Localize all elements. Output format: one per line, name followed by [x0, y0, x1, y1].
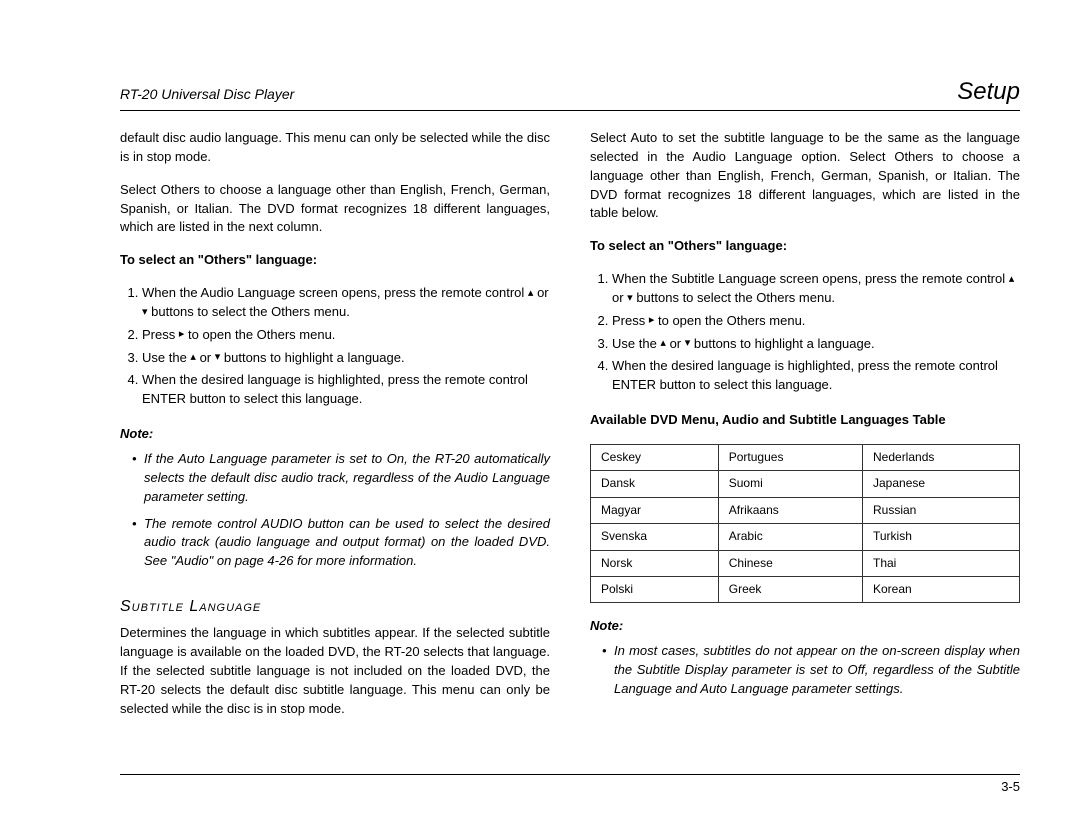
table-cell: Nederlands: [863, 444, 1020, 470]
table-cell: Japanese: [863, 471, 1020, 497]
table-cell: Thai: [863, 550, 1020, 576]
right-step-4: When the desired language is highlighted…: [612, 357, 1020, 395]
table-row: Magyar Afrikaans Russian: [591, 497, 1020, 523]
languages-table: Ceskey Portugues Nederlands Dansk Suomi …: [590, 444, 1020, 603]
page-number: 3-5: [1001, 779, 1020, 794]
right-intro: Select Auto to set the subtitle language…: [590, 129, 1020, 223]
table-cell: Korean: [863, 576, 1020, 602]
languages-table-heading: Available DVD Menu, Audio and Subtitle L…: [590, 411, 1020, 430]
right-note-label: Note:: [590, 617, 1020, 636]
manual-page: RT-20 Universal Disc Player Setup defaul…: [0, 0, 1080, 834]
body-columns: default disc audio language. This menu c…: [120, 129, 1020, 732]
page-header: RT-20 Universal Disc Player Setup: [120, 78, 1020, 111]
table-cell: Dansk: [591, 471, 719, 497]
left-column: default disc audio language. This menu c…: [120, 129, 550, 732]
table-cell: Svenska: [591, 524, 719, 550]
right-step-2: Press ▸ to open the Others menu.: [612, 312, 1020, 331]
table-cell: Turkish: [863, 524, 1020, 550]
right-note-list: In most cases, subtitles do not appear o…: [590, 642, 1020, 699]
table-row: Dansk Suomi Japanese: [591, 471, 1020, 497]
left-intro-2: Select Others to choose a language other…: [120, 181, 550, 238]
right-column: Select Auto to set the subtitle language…: [590, 129, 1020, 732]
page-footer: 3-5: [120, 774, 1020, 794]
table-cell: Suomi: [718, 471, 862, 497]
right-note-item: In most cases, subtitles do not appear o…: [602, 642, 1020, 699]
left-step-2: Press ▸ to open the Others menu.: [142, 326, 550, 345]
left-intro-1: default disc audio language. This menu c…: [120, 129, 550, 167]
chapter-title: Setup: [957, 78, 1020, 106]
left-note-item: If the Auto Language parameter is set to…: [132, 450, 550, 507]
left-step-3: Use the ▴ or ▾ buttons to highlight a la…: [142, 349, 550, 368]
table-cell: Arabic: [718, 524, 862, 550]
table-row: Polski Greek Korean: [591, 576, 1020, 602]
product-name: RT-20 Universal Disc Player: [120, 86, 294, 102]
left-step-4: When the desired language is highlighted…: [142, 371, 550, 409]
table-row: Ceskey Portugues Nederlands: [591, 444, 1020, 470]
left-others-heading: To select an "Others" language:: [120, 251, 550, 270]
table-cell: Russian: [863, 497, 1020, 523]
table-cell: Polski: [591, 576, 719, 602]
left-step-1: When the Audio Language screen opens, pr…: [142, 284, 550, 322]
table-cell: Greek: [718, 576, 862, 602]
left-note-list: If the Auto Language parameter is set to…: [120, 450, 550, 571]
right-others-heading: To select an "Others" language:: [590, 237, 1020, 256]
right-step-1: When the Subtitle Language screen opens,…: [612, 270, 1020, 308]
left-steps: When the Audio Language screen opens, pr…: [120, 284, 550, 409]
right-step-3: Use the ▴ or ▾ buttons to highlight a la…: [612, 335, 1020, 354]
table-cell: Chinese: [718, 550, 862, 576]
left-note-item: The remote control AUDIO button can be u…: [132, 515, 550, 572]
up-icon: ▴: [1009, 272, 1015, 288]
table-cell: Portugues: [718, 444, 862, 470]
table-cell: Afrikaans: [718, 497, 862, 523]
left-note-label: Note:: [120, 425, 550, 444]
subtitle-language-body: Determines the language in which subtitl…: [120, 624, 550, 718]
table-cell: Magyar: [591, 497, 719, 523]
table-cell: Ceskey: [591, 444, 719, 470]
table-row: Norsk Chinese Thai: [591, 550, 1020, 576]
subtitle-language-heading: Subtitle Language: [120, 595, 550, 618]
table-cell: Norsk: [591, 550, 719, 576]
table-row: Svenska Arabic Turkish: [591, 524, 1020, 550]
right-steps: When the Subtitle Language screen opens,…: [590, 270, 1020, 395]
